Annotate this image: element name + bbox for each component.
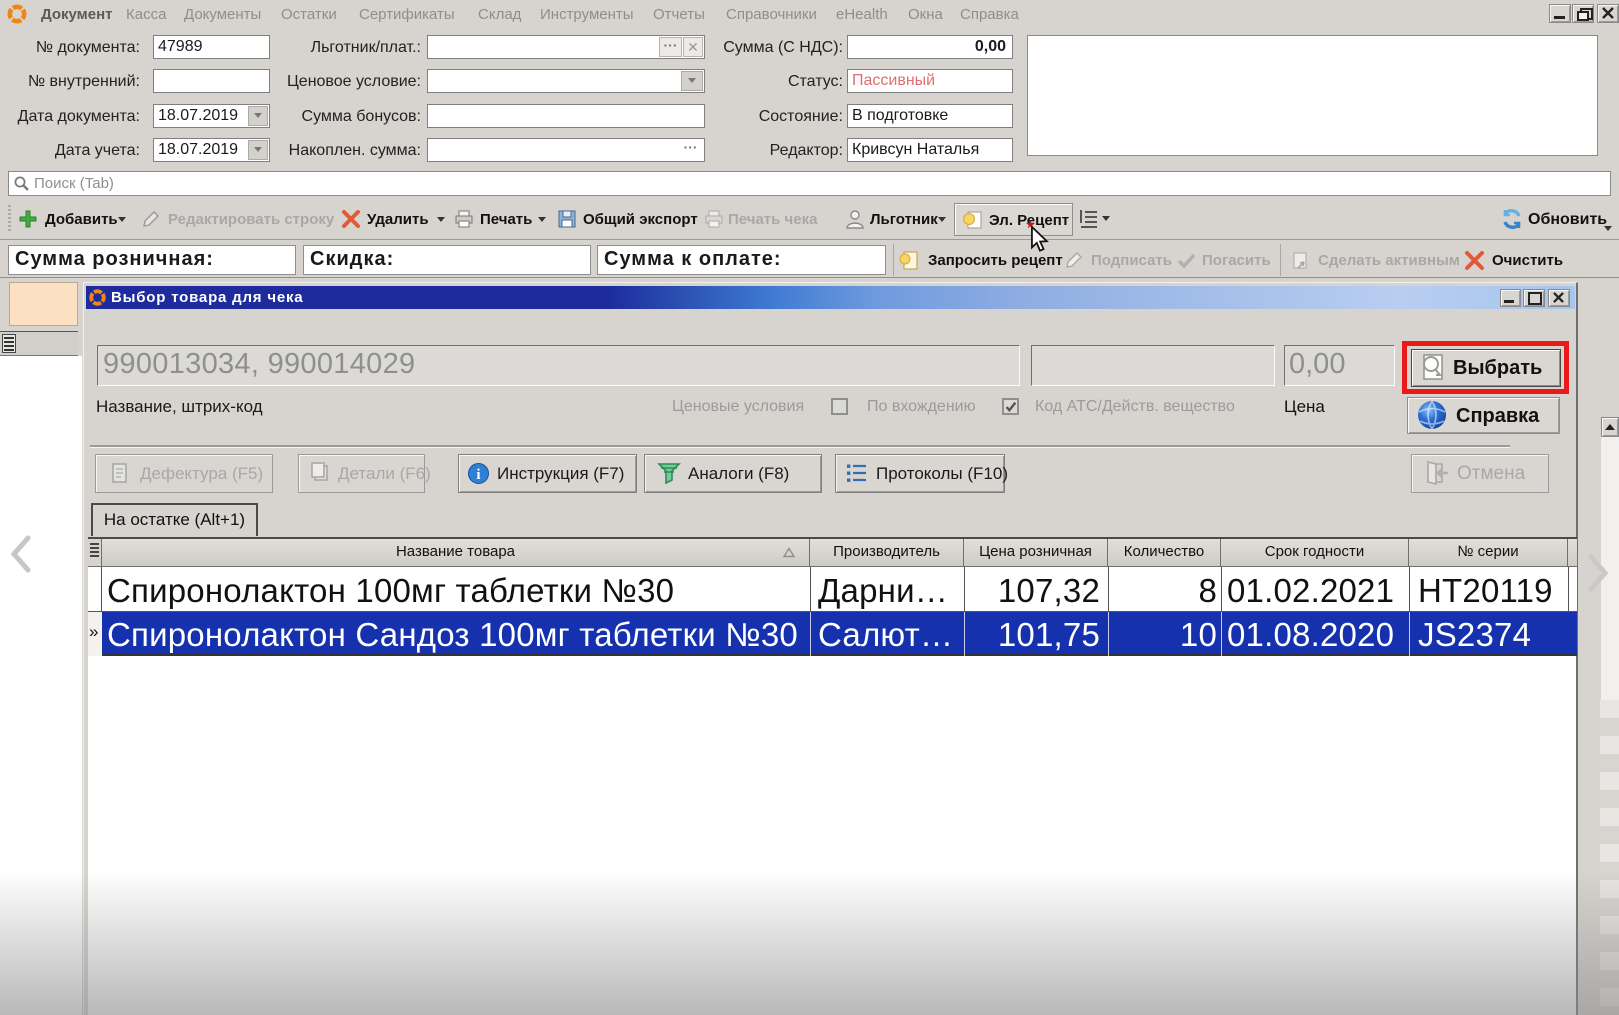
svg-text:i: i bbox=[476, 467, 480, 483]
